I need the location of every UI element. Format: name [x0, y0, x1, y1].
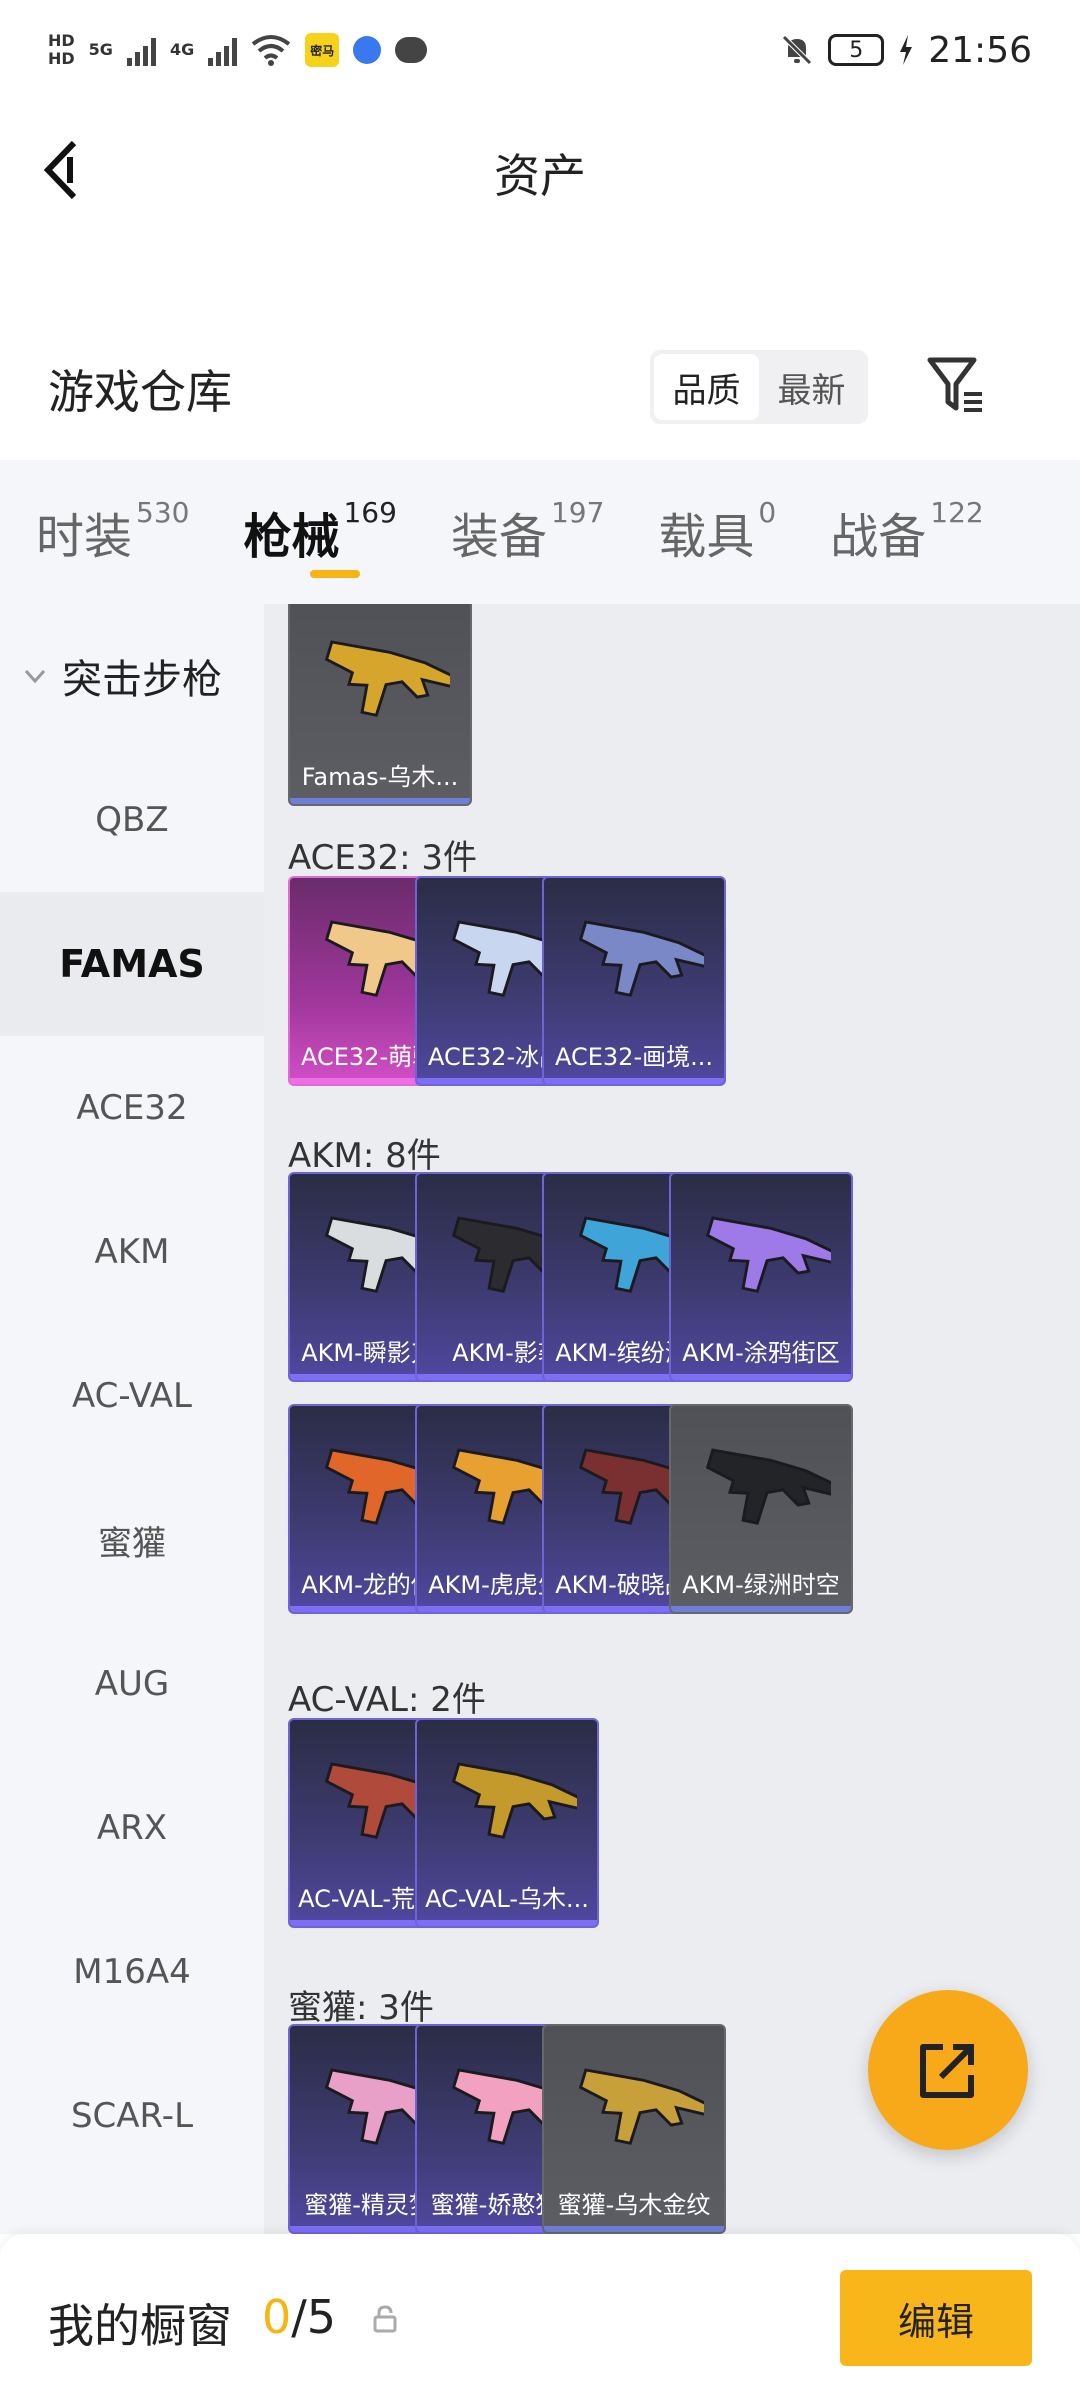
- group-title: AC-VAL: 2件: [288, 1680, 486, 1720]
- sidebar-item-famas[interactable]: FAMAS: [0, 892, 264, 1036]
- rifle-icon: [578, 2068, 704, 2145]
- tab-label: 枪械: [243, 509, 340, 565]
- sidebar-item-m16a4[interactable]: M16A4: [0, 1900, 264, 2044]
- share-button[interactable]: [868, 1990, 1028, 2150]
- sidebar-category-header[interactable]: 突击步枪: [0, 604, 264, 748]
- hd-label-2: HD: [48, 49, 75, 68]
- rarity-bar: [290, 798, 470, 804]
- tab-fashion[interactable]: 时装 530: [0, 496, 207, 567]
- tab-weapons[interactable]: 枪械 169: [207, 496, 414, 567]
- rarity-bar: [671, 1374, 851, 1380]
- wifi-icon: [251, 35, 291, 66]
- showcase-count-total: /5: [291, 2290, 337, 2344]
- tab-equipment[interactable]: 装备 197: [415, 496, 622, 567]
- rarity-bar: [544, 2226, 724, 2232]
- tab-label: 载具: [658, 509, 755, 565]
- rifle-icon: [705, 1448, 831, 1525]
- active-tab-indicator: [310, 570, 360, 578]
- rarity-bar: [417, 1920, 597, 1926]
- network-4g-label: 4G: [169, 40, 195, 59]
- app-badge-icon: 密马: [305, 33, 340, 67]
- weapon-type-sidebar: 突击步枪 QBZ FAMAS ACE32 AKM AC-VAL 蜜獾 AUG A…: [0, 604, 264, 2234]
- sidebar-item-aug[interactable]: AUG: [0, 1612, 264, 1756]
- tab-count: 122: [930, 496, 984, 529]
- tab-label: 战备: [830, 509, 927, 565]
- sort-option-quality[interactable]: 品质: [654, 354, 759, 420]
- message-icon: [395, 37, 428, 63]
- showcase-count: 0/5: [262, 2290, 336, 2344]
- status-bar: HD HD 5G 4G 密马 5 21:56: [0, 0, 1080, 100]
- category-tabs: 时装 530 枪械 169 装备 197 载具 0 战备 122: [0, 460, 1080, 604]
- filter-button[interactable]: [924, 354, 988, 418]
- skin-name-label: AC-VAL-乌木...: [425, 1885, 589, 1913]
- rifle-icon: [451, 1762, 577, 1839]
- sort-option-latest[interactable]: 最新: [759, 354, 864, 420]
- skin-name-label: Famas-乌木...: [301, 763, 459, 791]
- skin-name-label: AKM-绿洲时空: [682, 1571, 840, 1599]
- sidebar-item-scar-l[interactable]: SCAR-L: [0, 2044, 264, 2188]
- weapon-skin-card[interactable]: Famas-乌木...: [288, 604, 472, 806]
- hd-labels: HD HD: [48, 32, 75, 68]
- tab-vehicles[interactable]: 载具 0: [622, 496, 794, 567]
- rifle-icon: [705, 1216, 831, 1293]
- tab-label: 时装: [36, 509, 133, 565]
- page-title: 资产: [494, 149, 586, 203]
- sort-toggle: 品质 最新: [650, 350, 868, 424]
- tab-count: 169: [343, 496, 397, 529]
- group-title: AKM: 8件: [288, 1136, 441, 1176]
- skin-name-label: AKM-涂鸦街区: [682, 1339, 840, 1367]
- network-5g-label: 5G: [88, 40, 113, 59]
- showcase-count-current: 0: [262, 2290, 292, 2344]
- weapon-skin-card[interactable]: AC-VAL-乌木...: [415, 1718, 599, 1928]
- showcase-title: 我的橱窗: [48, 2299, 232, 2353]
- sidebar-item-honey-badger[interactable]: 蜜獾: [0, 1468, 264, 1612]
- filter-icon: [927, 357, 982, 412]
- sidebar-category-label: 突击步枪: [62, 657, 222, 703]
- rarity-bar: [544, 1078, 724, 1084]
- sidebar-item-akm[interactable]: AKM: [0, 1180, 264, 1324]
- rifle-icon: [578, 920, 704, 997]
- rarity-bar: [671, 1606, 851, 1612]
- weapon-skin-card[interactable]: AKM-涂鸦街区: [669, 1172, 853, 1382]
- sidebar-item-ac-val[interactable]: AC-VAL: [0, 1324, 264, 1468]
- tab-count: 530: [136, 496, 190, 529]
- tab-supplies[interactable]: 战备 122: [794, 496, 1001, 567]
- status-time: 21:56: [928, 29, 1032, 71]
- tab-count: 197: [550, 496, 605, 529]
- signal-4g-icon: [208, 34, 238, 66]
- group-title: 蜜獾: 3件: [288, 1988, 434, 2028]
- hd-label-1: HD: [48, 31, 75, 50]
- signal-5g-icon: [126, 34, 156, 66]
- weapon-skin-card[interactable]: ACE32-画境...: [542, 876, 726, 1086]
- status-right: 5 21:56: [780, 30, 1032, 71]
- battery-icon: 5: [828, 34, 885, 66]
- skin-name-label: ACE32-画境...: [554, 1043, 713, 1071]
- lock-icon: [373, 2305, 397, 2333]
- charging-icon: [900, 35, 913, 65]
- app-header: 资产: [0, 100, 1080, 240]
- sidebar-item-qbz[interactable]: QBZ: [0, 748, 264, 892]
- browser-icon: [353, 36, 382, 64]
- mute-bell-icon: [782, 35, 813, 65]
- status-left: HD HD 5G 4G 密马: [48, 32, 428, 68]
- group-title: ACE32: 3件: [288, 838, 478, 878]
- showcase-bar: 我的橱窗 0/5 编辑: [0, 2234, 1080, 2400]
- sidebar-item-ace32[interactable]: ACE32: [0, 1036, 264, 1180]
- edit-button[interactable]: 编辑: [840, 2270, 1032, 2366]
- skin-name-label: 蜜獾-乌木金纹: [557, 2191, 711, 2219]
- tab-count: 0: [758, 496, 777, 529]
- tab-label: 装备: [450, 509, 547, 565]
- weapon-skin-card[interactable]: AKM-绿洲时空: [669, 1404, 853, 1614]
- chevron-down-icon: [24, 669, 46, 684]
- sidebar-item-arx[interactable]: ARX: [0, 1756, 264, 1900]
- rifle-icon: [324, 640, 450, 717]
- weapon-skin-grid: Famas-乌木...ACE32: 3件5级ACE32-萌骑...ACE32-冰…: [264, 604, 1080, 2234]
- battery-level: 5: [849, 37, 864, 63]
- weapon-skin-card[interactable]: 蜜獾-乌木金纹: [542, 2024, 726, 2234]
- warehouse-title: 游戏仓库: [48, 365, 232, 419]
- share-icon: [920, 2044, 974, 2098]
